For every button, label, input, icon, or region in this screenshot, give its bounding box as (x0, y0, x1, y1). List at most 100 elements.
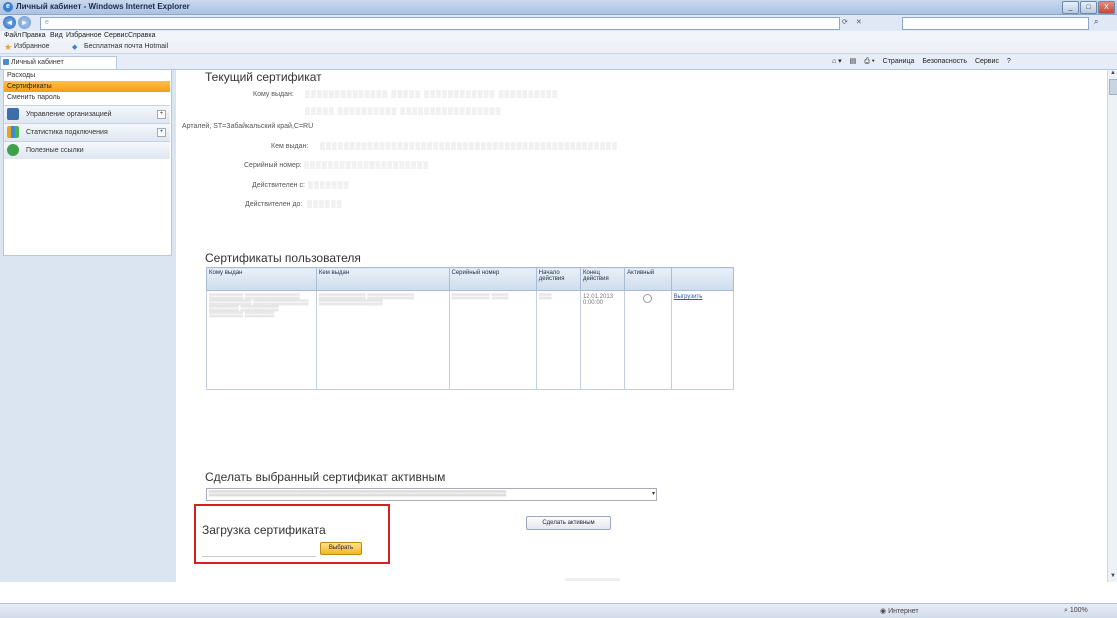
col-end: Конец действия (579, 267, 626, 291)
ie-logo-icon: e (3, 2, 13, 12)
issued-to-suffix: Арталей, ST=Забайкальский край,C=RU (182, 123, 314, 130)
security-zone: ◉ Интернет (880, 607, 919, 615)
file-path-input[interactable] (202, 546, 316, 557)
menu-view[interactable]: Вид (50, 32, 63, 39)
sidebar: Расходы Сертификаты Сменить пароль Управ… (0, 70, 176, 582)
issued-to-value-2: ▒▒▒▒▒ ▒▒▒▒▒▒▒▒▒▒ ▒▒▒▒▒▒▒▒▒▒▒▒▒▒▒▒▒ (305, 108, 502, 115)
issued-by-value: ▒▒▒▒▒▒▒▒▒▒▒▒▒▒▒▒▒▒▒▒▒▒▒▒▒▒▒▒▒▒▒▒▒▒▒▒▒▒▒▒… (320, 143, 618, 150)
home-icon[interactable]: ⌂ ▾ (832, 58, 842, 65)
minimize-button[interactable]: _ (1062, 1, 1079, 14)
upload-highlight-box: Загрузка сертификата Выбрать (194, 504, 390, 564)
sidebar-section-label: Статистика подключения (26, 129, 108, 136)
favorites-star-icon[interactable]: ★ (4, 42, 12, 53)
sidebar-section-organization[interactable]: Управление организацией + (4, 105, 170, 123)
browse-button[interactable]: Выбрать (320, 542, 362, 555)
sidebar-item-change-password[interactable]: Сменить пароль (4, 92, 170, 103)
menu-favorites[interactable]: Избранное (66, 32, 101, 39)
col-serial: Серийный номер (448, 267, 537, 291)
print-icon[interactable]: ⎙ ▾ (864, 58, 875, 65)
vertical-scrollbar[interactable]: ▲ ▼ (1107, 70, 1117, 582)
globe-icon: ◉ (880, 608, 887, 615)
cell-active (624, 290, 672, 390)
sidebar-section-statistics[interactable]: Статистика подключения + (4, 123, 170, 141)
make-active-heading: Сделать выбранный сертификат активным (205, 470, 446, 484)
favorites-item-hotmail[interactable]: Бесплатная почта Hotmail (84, 43, 168, 50)
forward-button[interactable]: ► (18, 16, 31, 29)
user-certs-heading: Сертификаты пользователя (205, 251, 361, 265)
command-bar: ⌂ ▾ ▤ ⎙ ▾ Страница Безопасность Сервис ? (832, 57, 1017, 66)
organization-icon (7, 108, 19, 120)
globe-icon (7, 144, 19, 156)
active-cert-select[interactable]: ▒▒▒▒▒▒▒▒▒▒▒▒▒▒▒▒▒▒▒▒▒▒▒▒▒▒▒▒▒▒▒▒▒▒▒▒▒▒▒▒… (206, 488, 657, 501)
sidebar-item-label: Расходы (7, 72, 36, 79)
status-bar: ◉ Интернет ⌕ 100% (0, 603, 1117, 618)
window-controls: _ □ X (1062, 1, 1115, 14)
col-issued-to: Кому выдан (206, 267, 317, 291)
current-cert-heading: Текущий сертификат (205, 70, 322, 84)
search-icon[interactable]: ⌕ (1094, 17, 1098, 27)
favorites-label[interactable]: Избранное (14, 43, 49, 50)
expand-icon[interactable]: + (157, 110, 166, 119)
sidebar-item-expenses[interactable]: Расходы (4, 70, 170, 81)
sidebar-section-links[interactable]: Полезные ссылки (4, 141, 170, 159)
table-row: ▒▒▒▒▒▒▒▒ ▒▒▒▒▒▒▒▒▒▒▒▒▒ ▒▒▒▒▒▒▒▒▒▒ ▒▒▒▒▒▒… (206, 290, 735, 390)
chart-icon (7, 126, 19, 138)
address-bar[interactable]: e (40, 17, 840, 30)
tab-personal-cabinet[interactable]: Личный кабинет (0, 56, 117, 69)
scroll-up-icon[interactable]: ▲ (1109, 70, 1117, 78)
sidebar-section-label: Полезные ссылки (26, 147, 84, 154)
zoom-level[interactable]: ⌕ 100% (1064, 607, 1088, 615)
favorites-add-icon[interactable]: ◆ (72, 43, 77, 51)
make-active-button[interactable]: Сделать активным (526, 516, 611, 530)
scroll-down-icon[interactable]: ▼ (1109, 573, 1117, 581)
active-radio[interactable] (643, 294, 653, 303)
sidebar-item-certificates[interactable]: Сертификаты (4, 81, 170, 92)
valid-from-label: Действителен с: (252, 182, 305, 189)
menu-tools[interactable]: Сервис (104, 32, 128, 39)
cell-issued-to: ▒▒▒▒▒▒▒▒ ▒▒▒▒▒▒▒▒▒▒▒▒▒ ▒▒▒▒▒▒▒▒▒▒ ▒▒▒▒▒▒… (206, 290, 317, 390)
address-icons: ⟳ ✕ (842, 18, 862, 26)
menu-edit[interactable]: Правка (22, 32, 46, 39)
user-certs-table: Кому выдан Кем выдан Серийный номер Нача… (206, 267, 735, 390)
cell-start: ▒▒▒ (535, 290, 581, 390)
sidebar-item-label: Сертификаты (7, 83, 52, 90)
issued-by-label: Кем выдан: (271, 143, 309, 150)
address-text: e (45, 19, 49, 26)
favorites-bar: ★ Избранное ◆ Бесплатная почта Hotmail (0, 42, 1117, 54)
menu-help[interactable]: Справка (128, 32, 155, 39)
feeds-icon[interactable]: ▤ (850, 58, 857, 65)
expand-icon[interactable]: + (157, 128, 166, 137)
col-start: Начало действия (535, 267, 581, 291)
back-button[interactable]: ◄ (3, 16, 16, 29)
command-page[interactable]: Страница (883, 58, 915, 65)
cell-end: 12.01.2013 0:00:00 (579, 290, 626, 390)
sidebar-section-label: Управление организацией (26, 111, 112, 118)
sidebar-item-label: Сменить пароль (7, 94, 61, 101)
valid-from-value: ▒▒▒▒▒▒▒ (308, 182, 350, 189)
tab-label: Личный кабинет (11, 59, 64, 66)
issued-to-value: ▒▒▒▒▒▒▒▒▒▒▒▒▒▒ ▒▒▒▒▒ ▒▒▒▒▒▒▒▒▒▒▒▒ ▒▒▒▒▒▒… (305, 91, 559, 98)
page-icon (3, 59, 9, 65)
scroll-thumb[interactable] (1109, 79, 1117, 95)
main-content: Текущий сертификат Кому выдан: ▒▒▒▒▒▒▒▒▒… (177, 70, 1117, 582)
menu-file[interactable]: Файл (4, 32, 21, 39)
zoom-label: 100% (1069, 607, 1088, 614)
bottom-faded-control (565, 578, 620, 581)
refresh-icon[interactable]: ⟳ (842, 19, 848, 26)
command-tools[interactable]: Сервис (975, 58, 999, 65)
search-input[interactable] (902, 17, 1089, 30)
cell-serial: ▒▒▒▒▒▒▒▒▒ ▒▒▒▒ (448, 290, 537, 390)
export-link[interactable]: Выгрузить (674, 294, 703, 300)
col-action (670, 267, 735, 291)
issued-to-label: Кому выдан: (253, 91, 294, 98)
upload-heading: Загрузка сертификата (202, 523, 326, 537)
cell-issued-by: ▒▒▒▒▒▒▒▒▒▒▒ ▒▒▒▒▒▒▒▒▒▒▒ ▒▒▒▒▒▒▒▒▒▒▒▒▒▒▒ (315, 290, 450, 390)
zoom-icon: ⌕ (1064, 607, 1068, 614)
stop-icon[interactable]: ✕ (856, 19, 862, 26)
help-icon[interactable]: ? (1007, 58, 1011, 65)
command-safety[interactable]: Безопасность (922, 58, 967, 65)
close-button[interactable]: X (1098, 1, 1115, 14)
maximize-button[interactable]: □ (1080, 1, 1097, 14)
valid-to-value: ▒▒▒▒▒▒ (307, 201, 343, 208)
window-title: Личный кабинет - Windows Internet Explor… (16, 2, 190, 11)
